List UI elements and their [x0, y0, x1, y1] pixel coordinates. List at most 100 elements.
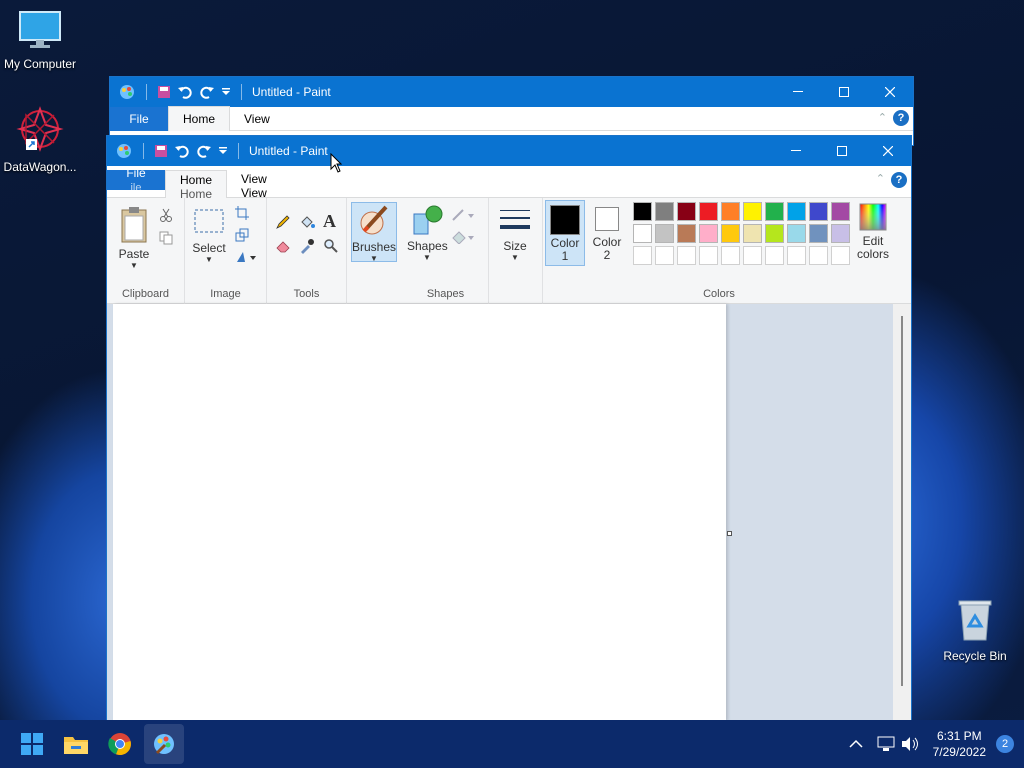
custom-color-slot[interactable] [699, 246, 718, 265]
customize-toolbar-icon[interactable] [218, 146, 228, 156]
canvas-area[interactable] [107, 304, 893, 721]
customize-toolbar-icon[interactable] [221, 87, 231, 97]
resize-icon[interactable] [235, 228, 249, 242]
vertical-scrollbar[interactable] [893, 304, 911, 721]
taskbar-file-explorer[interactable] [56, 724, 96, 764]
color-swatch[interactable] [743, 224, 762, 243]
color-swatch[interactable] [743, 202, 762, 221]
copy-icon[interactable] [159, 231, 173, 245]
select-dropdown-icon[interactable]: ▼ [191, 255, 227, 264]
custom-color-slot[interactable] [765, 246, 784, 265]
color-swatch[interactable] [765, 224, 784, 243]
notification-badge[interactable]: 2 [996, 735, 1014, 753]
shape-fill-icon[interactable] [451, 230, 475, 244]
brushes-button[interactable]: Brushes ▼ [351, 202, 397, 263]
color-swatch[interactable] [699, 202, 718, 221]
custom-color-slot[interactable] [787, 246, 806, 265]
color-swatch[interactable] [655, 202, 674, 221]
undo-icon[interactable] [177, 85, 193, 99]
taskbar-paint[interactable] [144, 724, 184, 764]
color2-button[interactable]: Color 2 [587, 200, 627, 266]
color-swatch[interactable] [831, 202, 850, 221]
custom-color-slot[interactable] [677, 246, 696, 265]
tab-view[interactable]: View View [227, 170, 281, 200]
desktop-icon-recycle-bin[interactable]: Recycle Bin [935, 598, 1015, 663]
color-swatch[interactable] [765, 202, 784, 221]
size-dropdown-icon[interactable]: ▼ [495, 253, 535, 262]
text-tool-icon[interactable]: A [323, 211, 336, 232]
crop-icon[interactable] [235, 206, 249, 220]
color-swatch[interactable] [809, 202, 828, 221]
help-icon[interactable]: ? [891, 172, 907, 188]
pencil-icon[interactable] [275, 214, 291, 230]
custom-color-slot[interactable] [633, 246, 652, 265]
color-swatch[interactable] [809, 224, 828, 243]
size-button[interactable]: Size ▼ [495, 206, 535, 262]
network-icon[interactable] [877, 736, 895, 752]
custom-color-slot[interactable] [743, 246, 762, 265]
color-swatch[interactable] [721, 224, 740, 243]
minimize-button[interactable] [775, 77, 821, 107]
rotate-icon[interactable] [235, 250, 257, 264]
custom-color-slot[interactable] [831, 246, 850, 265]
magnifier-icon[interactable] [323, 238, 339, 254]
color-swatch[interactable] [677, 202, 696, 221]
color-swatch[interactable] [831, 224, 850, 243]
paste-button[interactable]: Paste ▼ [115, 204, 153, 270]
scrollbar-thumb[interactable] [901, 316, 903, 686]
title-bar[interactable]: Untitled - Paint [110, 77, 913, 107]
taskbar-chrome[interactable] [100, 724, 140, 764]
canvas-resize-handle[interactable] [727, 531, 732, 536]
save-icon[interactable] [154, 144, 168, 158]
save-icon[interactable] [157, 85, 171, 99]
color-swatch[interactable] [787, 202, 806, 221]
tab-file[interactable]: File [110, 106, 168, 131]
volume-icon[interactable] [901, 736, 919, 752]
tab-home[interactable]: Home [168, 106, 231, 131]
shapes-button[interactable]: Shapes ▼ [407, 204, 448, 262]
start-button[interactable] [12, 724, 52, 764]
tab-view[interactable]: View [230, 107, 284, 131]
color-swatch[interactable] [787, 224, 806, 243]
color-picker-icon[interactable] [299, 238, 315, 254]
edit-colors-button[interactable]: Edit colors [853, 202, 893, 261]
drawing-canvas[interactable] [113, 304, 726, 721]
close-button[interactable] [867, 77, 913, 107]
close-button[interactable] [865, 136, 911, 166]
color-swatch[interactable] [699, 224, 718, 243]
chevron-up-icon[interactable] [849, 739, 863, 749]
custom-color-slot[interactable] [721, 246, 740, 265]
color1-button[interactable]: Color 1 [545, 200, 585, 266]
maximize-button[interactable] [821, 77, 867, 107]
desktop-icon-datawagon[interactable]: DataWagon... [0, 105, 80, 174]
redo-icon[interactable] [196, 144, 212, 158]
custom-color-slot[interactable] [809, 246, 828, 265]
eraser-icon[interactable] [275, 238, 291, 254]
clock[interactable]: 6:31 PM 7/29/2022 [933, 728, 986, 760]
help-icon[interactable]: ? [893, 110, 909, 126]
custom-color-slot[interactable] [655, 246, 674, 265]
cut-icon[interactable] [159, 208, 173, 222]
tab-file[interactable]: File ile [107, 166, 165, 194]
collapse-ribbon-icon[interactable]: ⌃ [876, 172, 885, 185]
outline-icon[interactable] [451, 208, 475, 222]
color-swatch[interactable] [677, 224, 696, 243]
title-bar[interactable]: Untitled - Paint [107, 136, 911, 166]
desktop-icon-my-computer[interactable]: My Computer [0, 10, 80, 71]
redo-icon[interactable] [199, 85, 215, 99]
brushes-dropdown-icon[interactable]: ▼ [352, 254, 396, 263]
color-swatch[interactable] [655, 224, 674, 243]
maximize-button[interactable] [819, 136, 865, 166]
minimize-button[interactable] [773, 136, 819, 166]
color-swatch[interactable] [633, 202, 652, 221]
color-swatch[interactable] [633, 224, 652, 243]
color-swatch[interactable] [721, 202, 740, 221]
shapes-dropdown-icon[interactable]: ▼ [407, 253, 447, 262]
fill-icon[interactable] [299, 214, 315, 230]
collapse-ribbon-icon[interactable]: ⌃ [878, 111, 887, 124]
tab-home[interactable]: Home Home [165, 170, 228, 201]
paste-dropdown-icon[interactable]: ▼ [115, 261, 153, 270]
undo-icon[interactable] [174, 144, 190, 158]
paint-window-front[interactable]: Untitled - Paint File ile Home Home View… [106, 135, 912, 721]
select-button[interactable]: Select ▼ [191, 208, 227, 264]
